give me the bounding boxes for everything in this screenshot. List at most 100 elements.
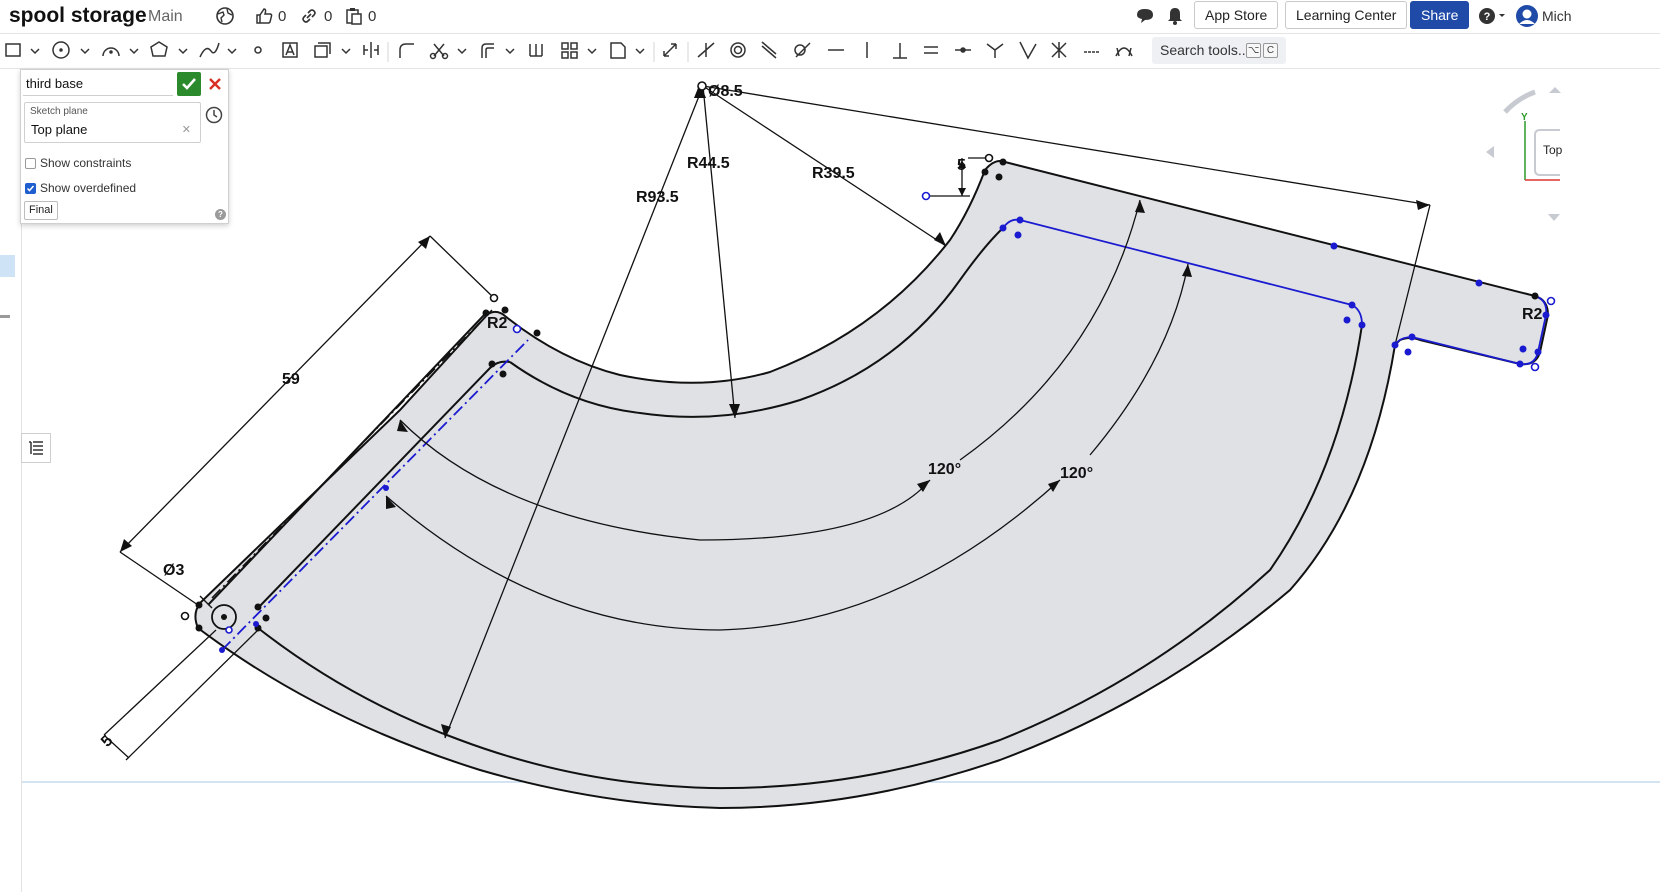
- dimension-icon: [663, 43, 677, 57]
- dim-label-diameter-3[interactable]: Ø3: [163, 562, 184, 579]
- normal-icon: [986, 43, 1004, 58]
- globe-icon[interactable]: [215, 5, 235, 27]
- dim-label-diameter-8[interactable]: Ø8.5: [708, 83, 743, 100]
- dim-label-59[interactable]: 59: [282, 371, 300, 388]
- notifications-bell-icon[interactable]: [1166, 5, 1184, 27]
- chevron-down-icon: [80, 48, 90, 55]
- sketch-region-fill: [194, 160, 1550, 810]
- chevron-down-icon: [129, 48, 139, 55]
- top-bar: spool storage Main 0 0 0 App Store Learn…: [0, 0, 1660, 34]
- dim-label-r44[interactable]: R44.5: [687, 155, 730, 172]
- sketch-feature-dialog: third base Sketch plane Top plane ✕ Show…: [20, 69, 229, 224]
- link-icon: [302, 9, 316, 23]
- clear-plane-icon[interactable]: ✕: [182, 123, 191, 136]
- linear-pattern-icon: [529, 44, 543, 57]
- chevron-down-icon: [178, 48, 188, 55]
- cancel-button[interactable]: [205, 74, 225, 94]
- concentric-icon: [730, 42, 746, 58]
- question-mark-icon[interactable]: ?: [215, 209, 226, 220]
- user-menu[interactable]: Mich: [1515, 5, 1572, 27]
- share-button[interactable]: Share: [1410, 1, 1470, 29]
- r44-line: [702, 85, 736, 419]
- dxf-icon: [610, 42, 626, 59]
- show-constraints-checkbox[interactable]: [25, 157, 36, 169]
- thumbs-up-icon: [256, 8, 273, 24]
- list-icon: [29, 441, 43, 455]
- dim-59-ext-bottom: [119, 551, 199, 606]
- spline-icon: [199, 42, 220, 58]
- perpendicular-icon: [893, 43, 907, 59]
- fillet-icon: [399, 43, 414, 58]
- point-icon: [254, 46, 262, 54]
- like-button[interactable]: 0: [254, 5, 286, 27]
- dim-label-5-bottom[interactable]: 5: [98, 732, 116, 750]
- view-arrow-down-icon: [1548, 214, 1560, 221]
- clipboard-icon: [346, 8, 362, 25]
- transform-icon: [314, 42, 331, 58]
- help-menu-button[interactable]: ?: [1478, 5, 1508, 27]
- offset-icon: [481, 43, 494, 58]
- sketch-toolbar: [0, 34, 1660, 69]
- mirror-icon: [363, 42, 379, 58]
- dim-label-r93[interactable]: R93.5: [636, 189, 679, 206]
- sketch-plane-label: Sketch plane: [30, 106, 88, 117]
- chevron-down-icon: [30, 48, 40, 55]
- chevron-down-icon: [587, 48, 597, 55]
- show-constraints-row[interactable]: Show constraints: [25, 156, 131, 170]
- final-button[interactable]: Final: [24, 201, 58, 220]
- dim-59-ext-top: [429, 235, 495, 299]
- toolbar-icons: [5, 41, 1133, 62]
- chevron-down-icon: [227, 48, 237, 55]
- chevron-down-icon: [1499, 14, 1505, 17]
- learning-center-button[interactable]: Learning Center: [1285, 1, 1408, 29]
- links-button[interactable]: 0: [300, 5, 332, 27]
- y-axis-label: Y: [1521, 112, 1528, 123]
- show-constraints-label: Show constraints: [40, 156, 132, 170]
- copies-count: 0: [368, 7, 377, 25]
- copies-button[interactable]: 0: [344, 5, 376, 27]
- dim-label-r2-left[interactable]: R2: [487, 315, 508, 332]
- view-arrow-up-icon: [1549, 87, 1561, 93]
- dim-label-5-top[interactable]: 5: [957, 157, 966, 174]
- dim-5-ext-a: [103, 629, 217, 736]
- chevron-down-icon: [341, 48, 351, 55]
- show-overdefined-checkbox[interactable]: [25, 182, 36, 194]
- view-rotate-arrow-icon: [1503, 89, 1536, 114]
- pierce-icon: [1019, 41, 1037, 60]
- avatar-icon: [1516, 5, 1538, 27]
- view-cube-face-label[interactable]: Top: [1543, 143, 1562, 157]
- accept-button[interactable]: [177, 72, 201, 96]
- polygon-icon: [150, 41, 168, 57]
- chevron-down-icon: [635, 48, 645, 55]
- close-icon: [209, 78, 221, 90]
- document-title[interactable]: spool storage: [9, 4, 147, 28]
- pattern-icon: [561, 42, 569, 50]
- shortcut-c-key: C: [1263, 43, 1278, 58]
- shortcut-option-key: ⌥: [1246, 43, 1261, 58]
- links-count: 0: [324, 7, 333, 25]
- dim-label-r39[interactable]: R39.5: [812, 165, 855, 182]
- user-name: Mich: [1542, 8, 1572, 24]
- search-tools-placeholder: Search tools...: [1160, 42, 1250, 58]
- sketch-name-input[interactable]: third base: [23, 72, 173, 96]
- text-icon: [282, 42, 298, 58]
- feature-list-button[interactable]: [21, 433, 51, 463]
- dim-label-r2-right[interactable]: R2: [1522, 306, 1543, 323]
- rectangle-icon: [5, 43, 21, 57]
- show-overdefined-row[interactable]: Show overdefined: [25, 181, 136, 195]
- equal-icon: [924, 46, 938, 54]
- clock-history-icon[interactable]: [204, 105, 224, 125]
- sketch-canvas[interactable]: Ø8.5 R44.5 R39.5 R93.5 59 Ø3 R2 R2 5 5 1…: [0, 69, 1660, 892]
- document-branch[interactable]: Main: [148, 8, 183, 26]
- dim-label-angle-outer[interactable]: 120°: [1060, 465, 1093, 482]
- chevron-down-icon: [457, 48, 467, 55]
- search-tools-input[interactable]: Search tools... ⌥ C: [1152, 37, 1286, 64]
- sketch-plane-field[interactable]: Sketch plane Top plane ✕: [24, 102, 201, 143]
- chevron-down-icon: [505, 48, 515, 55]
- symmetric-icon: [1051, 42, 1067, 58]
- comments-icon[interactable]: [1135, 5, 1155, 27]
- app-store-button[interactable]: App Store: [1194, 1, 1279, 29]
- dim-label-angle-inner[interactable]: 120°: [928, 461, 961, 478]
- like-count: 0: [278, 7, 287, 25]
- coincident-icon: [697, 42, 715, 58]
